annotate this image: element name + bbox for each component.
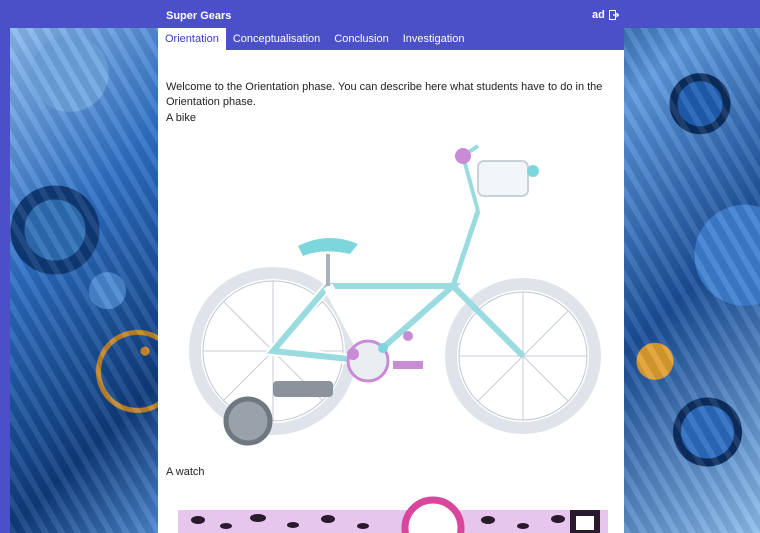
- phase-content: Welcome to the Orientation phase. You ca…: [158, 50, 624, 533]
- tab-investigation[interactable]: Investigation: [396, 28, 472, 50]
- watch-image: [178, 490, 608, 533]
- logout-icon[interactable]: [608, 10, 619, 20]
- intro-text: Welcome to the Orientation phase. You ca…: [166, 81, 603, 108]
- caption-bike: A bike: [166, 112, 196, 124]
- user-menu[interactable]: ad: [592, 9, 619, 21]
- tab-conceptualisation[interactable]: Conceptualisation: [226, 28, 327, 50]
- caption-watch: A watch: [166, 466, 205, 478]
- tab-orientation[interactable]: Orientation: [158, 28, 226, 50]
- bike-image: [178, 136, 608, 466]
- tab-conclusion[interactable]: Conclusion: [327, 28, 395, 50]
- left-frame-bar: [0, 0, 10, 533]
- top-bar: Super Gears ad: [0, 0, 760, 28]
- brand-title[interactable]: Super Gears: [166, 10, 231, 22]
- username[interactable]: ad: [592, 9, 605, 21]
- phase-tabs: Orientation Conceptualisation Conclusion…: [158, 28, 624, 50]
